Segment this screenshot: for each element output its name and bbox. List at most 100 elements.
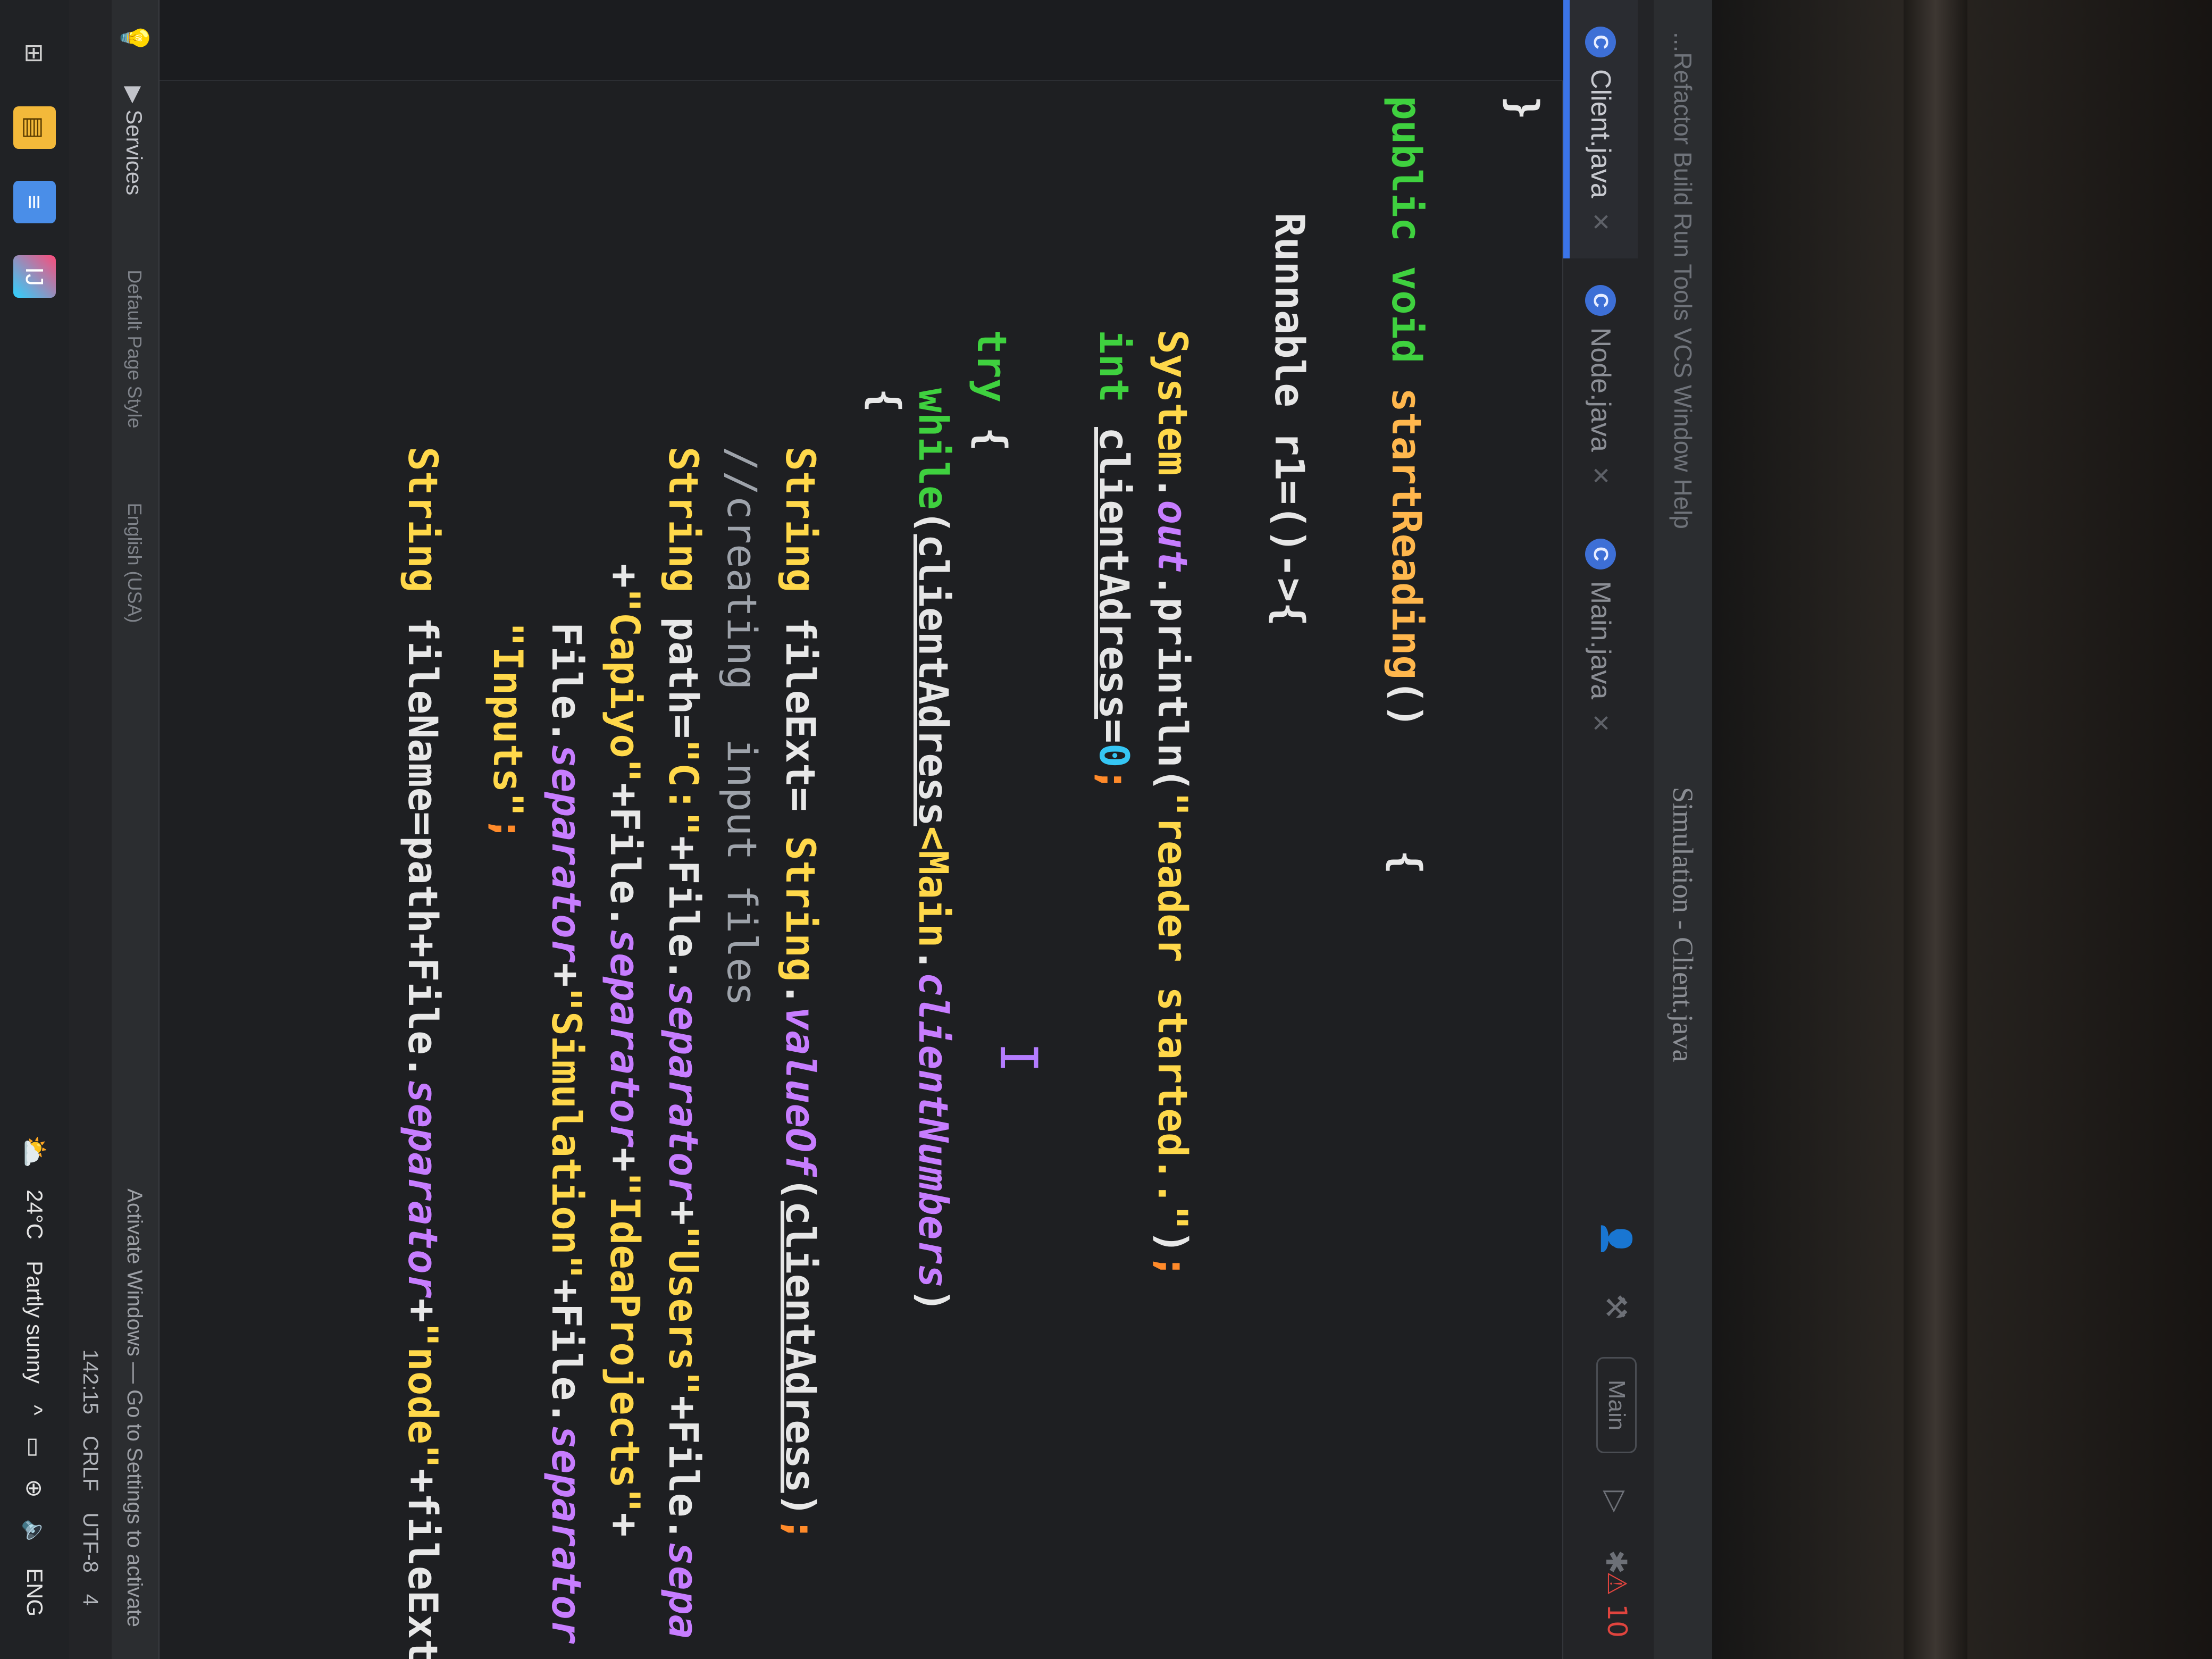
temperature[interactable]: 24°C [22,1189,47,1239]
code-comment: //creating input files [713,447,771,1006]
string-token: "Capiyo" [601,588,649,783]
code-token: .println( [1149,573,1196,792]
variable-token: clientAdress [1091,427,1138,719]
string-token: "node" [399,1322,447,1469]
weather-text[interactable]: Partly sunny [22,1261,47,1384]
code-token: = [1091,719,1138,743]
code-token: File. [543,622,590,744]
code-token: . [910,948,957,973]
chevron-up-icon[interactable]: ^ [22,1405,47,1415]
system-tray: ⛅ 24°C Partly sunny ^ ▭ ⊕ 🔈 ENG [19,1135,51,1616]
tab-client-java[interactable]: C Client.java ✕ [1563,0,1638,258]
run-config-selector[interactable]: Main [1596,1356,1637,1454]
services-label: Services [122,110,147,196]
code-token: +fileExt [399,1468,447,1659]
main-menu[interactable]: ...Refactor Build Run Tools VCS Window H… [1669,32,1697,529]
java-class-icon: C [1585,27,1616,57]
indent-setting[interactable]: 4 [79,1594,103,1606]
battery-icon[interactable]: ▭ [22,1437,48,1458]
tab-label: Main.java [1585,581,1616,700]
code-token: { [862,388,909,413]
close-icon[interactable]: ✕ [1587,466,1614,485]
language-indicator[interactable]: ENG [22,1568,47,1616]
class-token: String [399,447,447,593]
field-token: out [1149,500,1196,573]
java-class-icon: C [1585,538,1616,569]
code-line: String path="C:"+File.separator+"Users"+… [654,447,713,1639]
close-icon[interactable]: ✕ [1587,713,1614,733]
notepad-icon[interactable]: ≡ [13,181,56,223]
run-toolbar: 👤 ⚒ Main ▷ ✱ [1579,1221,1654,1574]
lightbulb-icon[interactable]: 💡 [119,21,150,54]
field-token: clientNumbers [910,972,957,1289]
hammer-icon[interactable]: ⚒ [1600,1294,1633,1319]
comment-token: //creating input files [718,447,766,1007]
variable-token: clientAdress [910,534,957,826]
services-tab[interactable]: ▶ Services [122,86,148,195]
warning-count-label: 10 [1602,1604,1632,1638]
code-token: fileName=path+File. [399,592,447,1079]
code-token: ; [484,817,532,841]
code-token: path= [660,592,707,739]
warning-count[interactable]: ⚠ 10 [1602,1572,1632,1638]
code-token: +File. [660,1395,707,1542]
variable-token: clientAdress [777,1201,824,1493]
code-token: + [399,1298,447,1323]
tab-node-java[interactable]: C Node.java ✕ [1563,258,1638,512]
string-token: "Simulation" [543,987,590,1279]
method-name-token: startReading [1383,388,1430,680]
tab-main-java[interactable]: C Main.java ✕ [1563,512,1638,759]
run-icon[interactable]: ▷ [1600,1490,1633,1513]
code-token: Runnable r1=()->{ [1266,213,1313,626]
code-token: } [1500,96,1547,120]
debug-icon[interactable]: ✱ [1600,1550,1633,1574]
class-token: String [777,836,824,982]
code-token: { [968,403,1016,451]
code-editor[interactable]: } public void startReading() { Runnable … [170,96,1553,1659]
line-gutter[interactable] [160,0,1563,81]
windows-taskbar: ⊞ ▤ ≡ IJ ⛅ 24°C Partly sunny ^ ▭ ⊕ 🔈 ENG [0,0,69,1659]
field-token: sepa [660,1541,707,1639]
close-icon[interactable]: ✕ [1587,212,1614,232]
string-token: "Inputs" [484,622,532,817]
ide-screen: ...Refactor Build Run Tools VCS Window H… [0,0,1712,1659]
code-line: int clientAdress=0; [1085,330,1143,792]
tab-label: Node.java [1585,327,1616,452]
cursor-position[interactable]: 142:15 [79,1350,103,1414]
partly-sunny-icon[interactable]: ⛅ [19,1135,51,1168]
code-token: ; [777,1517,824,1542]
class-token: Main [910,850,957,948]
code-token: + [601,1147,649,1172]
keyword-token: int [1091,330,1138,428]
code-token: ( [910,509,957,534]
title-bar: ...Refactor Build Run Tools VCS Window H… [1654,0,1712,1659]
code-line: System.out.println("reader started.."); [1143,330,1202,1279]
code-line: public void startReading() { [1377,96,1436,874]
volume-icon[interactable]: 🔈 [22,1519,48,1547]
code-line: String fileExt= String.valueOf(clientAdr… [771,447,830,1541]
user-icon[interactable]: 👤 [1599,1221,1633,1256]
field-token: separator [399,1079,447,1298]
network-icon[interactable]: ⊕ [22,1479,48,1497]
method-call-token: valueOf [777,1006,824,1177]
code-line: try { [962,330,1021,451]
start-menu-icon[interactable]: ⊞ [13,32,56,74]
string-token: "IdeaProjects" [601,1171,649,1513]
file-explorer-icon[interactable]: ▤ [13,106,56,149]
activate-windows-notice: Activate Windows — Go to Settings to act… [123,1188,147,1627]
tab-label: Client.java [1585,69,1616,198]
activate-title: Activate Windows [123,1188,147,1356]
intellij-idea-icon[interactable]: IJ [13,255,56,298]
page-style-label: Default Page Style [124,270,146,429]
java-class-icon: C [1585,284,1616,316]
field-token: separator [543,743,590,963]
code-line: +"Capiyo"+File.separator+"IdeaProjects"+ [596,564,654,1537]
code-line: } [1494,96,1553,120]
line-ending[interactable]: CRLF [79,1436,103,1491]
window-title: Simulation - Client.java [1667,787,1699,1062]
file-encoding[interactable]: UTF-8 [79,1512,103,1572]
code-token: ) [910,1288,957,1313]
code-token: + [601,1512,649,1537]
activate-subtitle: Go to Settings to activate [123,1389,147,1627]
language-label: English (USA) [124,502,146,623]
